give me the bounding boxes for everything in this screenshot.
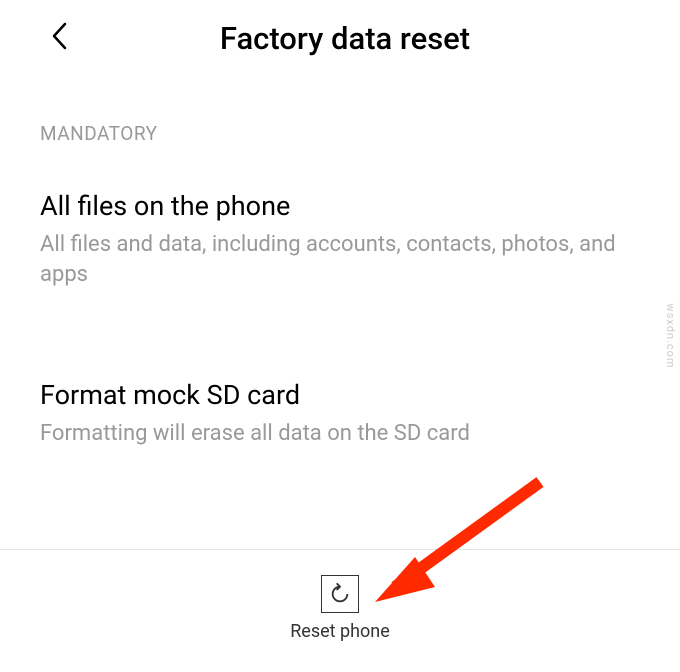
- watermark: wsxdn.com: [664, 303, 677, 368]
- back-button[interactable]: [50, 18, 68, 60]
- header-bar: Factory data reset: [0, 0, 680, 87]
- item-description: Formatting will erase all data on the SD…: [40, 419, 640, 449]
- item-description: All files and data, including accounts, …: [40, 230, 640, 289]
- page-title: Factory data reset: [50, 20, 640, 57]
- section-header-mandatory: MANDATORY: [0, 87, 680, 165]
- reset-icon: [321, 575, 359, 613]
- reset-label: Reset phone: [290, 621, 390, 642]
- list-item-all-files[interactable]: All files on the phone All files and dat…: [0, 165, 680, 314]
- footer-bar: Reset phone: [0, 549, 680, 672]
- chevron-left-icon: [50, 21, 68, 51]
- list-item-format-sd[interactable]: Format mock SD card Formatting will eras…: [0, 354, 680, 474]
- reset-phone-button[interactable]: Reset phone: [290, 575, 390, 642]
- item-title: All files on the phone: [40, 190, 640, 222]
- item-title: Format mock SD card: [40, 379, 640, 411]
